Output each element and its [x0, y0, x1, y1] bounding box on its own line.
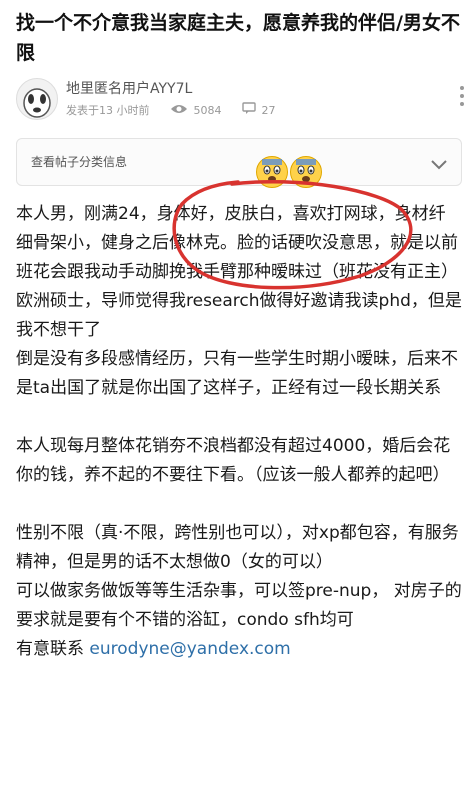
- paragraph-education: 欧洲硕士，导师觉得我research做得好邀请我读phd，但是我不想干了: [16, 291, 462, 340]
- view-count: 5084: [193, 103, 222, 117]
- contact-prefix: 有意联系: [16, 639, 90, 659]
- post-meta: 发表于13 小时前 5084 27: [66, 102, 276, 118]
- chevron-down-icon: [431, 155, 447, 174]
- paragraph-gender: 性别不限（真·不限，跨性别也可以），对xp都包容，有服务精神，但是男的话不太想做…: [16, 523, 459, 572]
- category-dropdown[interactable]: 查看帖子分类信息: [16, 138, 462, 186]
- category-label: 查看帖子分类信息: [31, 155, 128, 169]
- comment-icon: [241, 102, 256, 118]
- comment-count: 27: [261, 103, 276, 117]
- fearful-face-emoji-2: [290, 156, 322, 188]
- paragraph-contact: 有意联系 eurodyne@yandex.com: [16, 635, 462, 664]
- post-body: 本人男，刚满24，身体好，皮肤白，喜欢打网球，身材纤细骨架小，健身之后像林克。脸…: [16, 200, 462, 664]
- paragraph-relationships: 倒是没有多段感情经历，只有一些学生时期小暧昧，后来不是ta出国了就是你出国了这样…: [16, 349, 458, 398]
- eye-icon: [170, 103, 188, 118]
- more-vertical-icon[interactable]: [460, 86, 464, 106]
- paragraph-spending: 本人现每月整体花销夯不浪档都没有超过4000，婚后会花你的钱，养不起的不要往下看…: [16, 436, 451, 485]
- post-title: 找一个不介意我当家庭主夫，愿意养我的伴侣/男女不限: [16, 12, 460, 64]
- posted-time: 发表于13 小时前: [66, 104, 150, 117]
- email-link[interactable]: eurodyne@yandex.com: [89, 639, 290, 659]
- author-name[interactable]: 地里匿名用户AYY7L: [66, 78, 192, 98]
- paragraph-housework: 可以做家务做饭等等生活杂事，可以签pre-nup， 对房子的要求就是要有个不错的…: [16, 581, 462, 630]
- fearful-face-emoji-1: [256, 156, 288, 188]
- author-row: 地里匿名用户AYY7L 发表于13 小时前 5084 27: [16, 76, 466, 120]
- avatar[interactable]: [16, 78, 58, 120]
- paragraph-intro: 本人男，刚满24，身体好，皮肤白，喜欢打网球，身材纤细骨架小，健身之后像林克。脸…: [16, 204, 458, 282]
- ghost-avatar-icon: [23, 88, 51, 118]
